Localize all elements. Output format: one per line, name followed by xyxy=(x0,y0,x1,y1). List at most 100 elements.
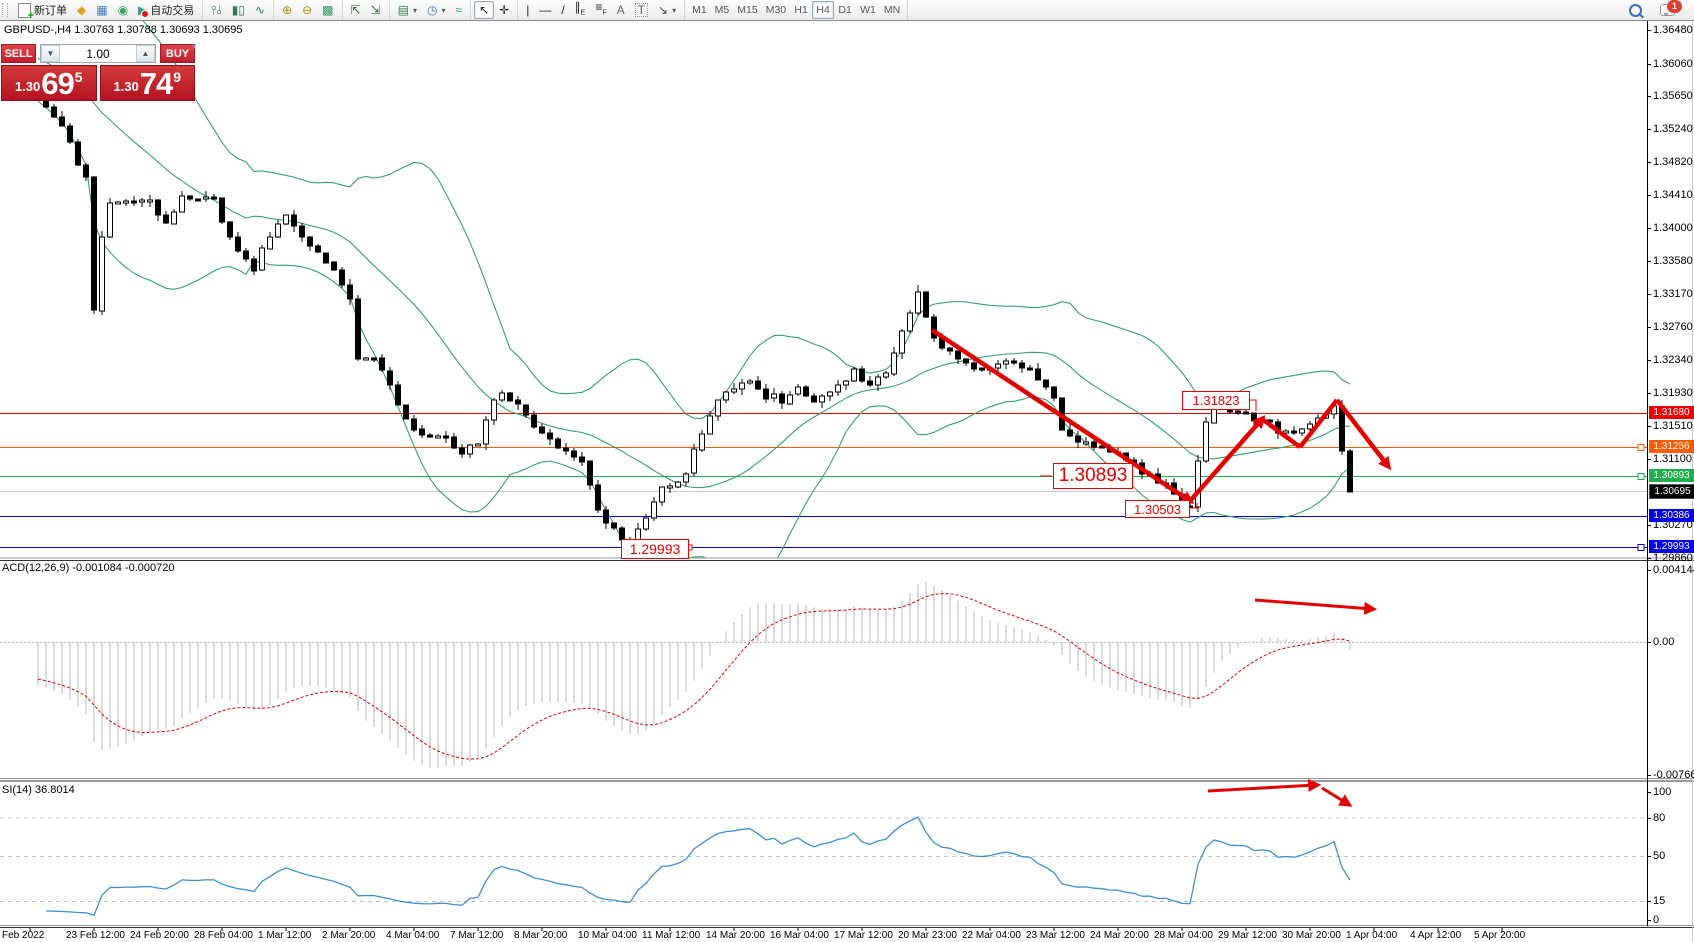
autotrade-button[interactable]: ▶ 自动交易 xyxy=(133,1,199,19)
text-tool-button[interactable]: A xyxy=(612,1,630,19)
hline-handle xyxy=(1638,545,1644,551)
time-tick: 4 Mar 04:00 xyxy=(386,930,439,941)
trend-arrow-segment xyxy=(1190,419,1262,501)
crosshair-button[interactable]: ✛ xyxy=(494,1,514,19)
price-tick-1.34000: 1.34000 xyxy=(1653,222,1693,234)
new-order-icon xyxy=(18,3,31,18)
volume-decrease-button[interactable]: ▼ xyxy=(41,45,60,62)
buy-price-pip: 9 xyxy=(173,69,181,85)
macd-panel xyxy=(0,583,1647,768)
channel-icon: ∥E xyxy=(575,1,586,19)
price-tick-1.36480: 1.36480 xyxy=(1653,24,1693,36)
timeframe-button-M30[interactable]: M30 xyxy=(762,1,790,19)
time-tick: 16 Mar 04:00 xyxy=(770,930,829,941)
price-tick-1.33580: 1.33580 xyxy=(1653,255,1693,267)
cursor-icon: ↖ xyxy=(479,4,489,16)
volume-input[interactable] xyxy=(60,45,136,62)
price-chip-1.31680: 1.31680 xyxy=(1649,406,1694,419)
macd-axis-0.004144: 0.004144 xyxy=(1653,564,1694,576)
buy-price-display[interactable]: 1.30 74 9 xyxy=(100,65,196,101)
zoom-out-button[interactable]: ⊖ xyxy=(297,1,317,19)
price-tick-1.31510: 1.31510 xyxy=(1653,420,1693,432)
timeframe-button-D1[interactable]: D1 xyxy=(834,1,856,19)
trendline-tool-button[interactable]: / xyxy=(556,1,569,19)
timeframe-button-H1[interactable]: H1 xyxy=(790,1,812,19)
chart-candles-button[interactable]: ▮▯ xyxy=(227,1,250,19)
timeframe-button-M5[interactable]: M5 xyxy=(711,1,734,19)
arrows-dropdown[interactable]: ↘▾ xyxy=(653,1,681,19)
time-tick: Feb 2022 xyxy=(2,930,44,941)
rsi-axis-15: 15 xyxy=(1653,895,1665,907)
price-tick-1.31930: 1.31930 xyxy=(1653,387,1693,399)
time-tick: 17 Mar 12:00 xyxy=(834,930,893,941)
time-tick: 22 Mar 04:00 xyxy=(962,930,1021,941)
chat-button[interactable]: 1 xyxy=(1655,1,1680,19)
price-tick-1.31100: 1.31100 xyxy=(1653,453,1692,465)
bollinger-bands xyxy=(38,0,1350,581)
new-order-button[interactable]: 新订单 xyxy=(13,1,72,19)
chart-bars-button[interactable]: ⫯⫰ xyxy=(206,1,226,19)
annotation-bottom-1.29993[interactable]: 1.29993 xyxy=(621,539,689,559)
annotation-support-1.30893[interactable]: 1.30893 xyxy=(1053,463,1133,489)
cursor-button[interactable]: ↖ xyxy=(474,1,494,19)
vline-tool-button[interactable]: | xyxy=(521,1,534,19)
terminal-button[interactable]: ▦ xyxy=(91,1,112,19)
toolbar-grip[interactable] xyxy=(2,3,8,17)
price-chart-canvas[interactable] xyxy=(0,0,1694,942)
time-tick: 14 Mar 20:00 xyxy=(706,930,765,941)
price-level-lines xyxy=(0,414,1647,551)
hline-handle xyxy=(1638,474,1644,480)
time-tick: 30 Mar 20:00 xyxy=(1282,930,1341,941)
new-chart-dropdown[interactable]: ▤▾ xyxy=(393,1,422,19)
panel-collapse-icon[interactable]: ▾ xyxy=(192,42,196,51)
timeframe-toolbar: M1M5M15M30H1H4D1W1MN xyxy=(685,0,908,20)
new-chart-icon: ▤ xyxy=(398,4,409,16)
search-button[interactable] xyxy=(1624,1,1647,19)
price-chip-1.31256: 1.31256 xyxy=(1649,440,1694,453)
metaeditor-icon: ◆ xyxy=(77,4,86,16)
metaeditor-button[interactable]: ◆ xyxy=(72,1,91,19)
timeframe-button-H4[interactable]: H4 xyxy=(812,1,834,19)
timeframe-button-M15[interactable]: M15 xyxy=(733,1,761,19)
chat-icon: 1 xyxy=(1660,4,1675,16)
signals-button[interactable]: ◉ xyxy=(113,1,133,19)
label-tool-button[interactable]: T xyxy=(630,1,653,19)
profiles-dropdown[interactable]: ◷▾ xyxy=(422,1,451,19)
sell-price-display[interactable]: 1.30 69 5 xyxy=(1,65,97,101)
fibonacci-tool-button[interactable]: ≡F xyxy=(590,1,611,19)
time-tick: 10 Mar 04:00 xyxy=(578,930,637,941)
vline-icon: | xyxy=(526,4,529,16)
tile-windows-button[interactable]: ▩ xyxy=(317,1,338,19)
text-tool-icon: A xyxy=(617,4,625,16)
indicators-button[interactable]: ≈ xyxy=(450,1,467,19)
hline-handle xyxy=(1638,445,1644,451)
price-tick-1.34410: 1.34410 xyxy=(1653,189,1693,201)
chat-badge: 1 xyxy=(1667,0,1682,13)
price-tick-1.29860: 1.29860 xyxy=(1653,552,1693,564)
panel-frames xyxy=(0,21,1694,942)
candlestick-icon: ▮▯ xyxy=(232,4,245,16)
macd-indicator-label: ACD(12,26,9) -0.001084 -0.000720 xyxy=(2,562,174,574)
channel-tool-button[interactable]: ∥E xyxy=(570,1,591,19)
sell-button[interactable]: SELL xyxy=(1,44,36,63)
volume-increase-button[interactable]: ▲ xyxy=(136,45,155,62)
annotation-high-1.31823[interactable]: 1.31823 xyxy=(1182,391,1250,410)
price-tick-1.35650: 1.35650 xyxy=(1653,90,1693,102)
search-icon xyxy=(1629,4,1642,17)
annotation-low-1.30503[interactable]: 1.30503 xyxy=(1125,500,1190,518)
time-tick: 20 Mar 23:00 xyxy=(898,930,957,941)
arrange-charts-button[interactable]: ⇱ xyxy=(346,1,366,19)
price-chip-1.30893: 1.30893 xyxy=(1649,469,1694,482)
hline-tool-button[interactable]: — xyxy=(534,1,556,19)
timeframe-button-M1[interactable]: M1 xyxy=(688,1,711,19)
buy-button[interactable]: BUY ▾ xyxy=(160,44,195,63)
zoom-in-button[interactable]: ⊕ xyxy=(277,1,297,19)
cascade-charts-button[interactable]: ⇲ xyxy=(366,1,386,19)
timeframe-button-MN[interactable]: MN xyxy=(880,1,904,19)
timeframe-button-W1[interactable]: W1 xyxy=(856,1,880,19)
price-chip-1.29993: 1.29993 xyxy=(1649,540,1694,553)
chart-line-button[interactable]: ∿ xyxy=(250,1,270,19)
time-tick: 24 Feb 20:00 xyxy=(130,930,189,941)
time-tick: 23 Mar 12:00 xyxy=(1026,930,1085,941)
cascade-icon: ⇲ xyxy=(371,4,381,16)
